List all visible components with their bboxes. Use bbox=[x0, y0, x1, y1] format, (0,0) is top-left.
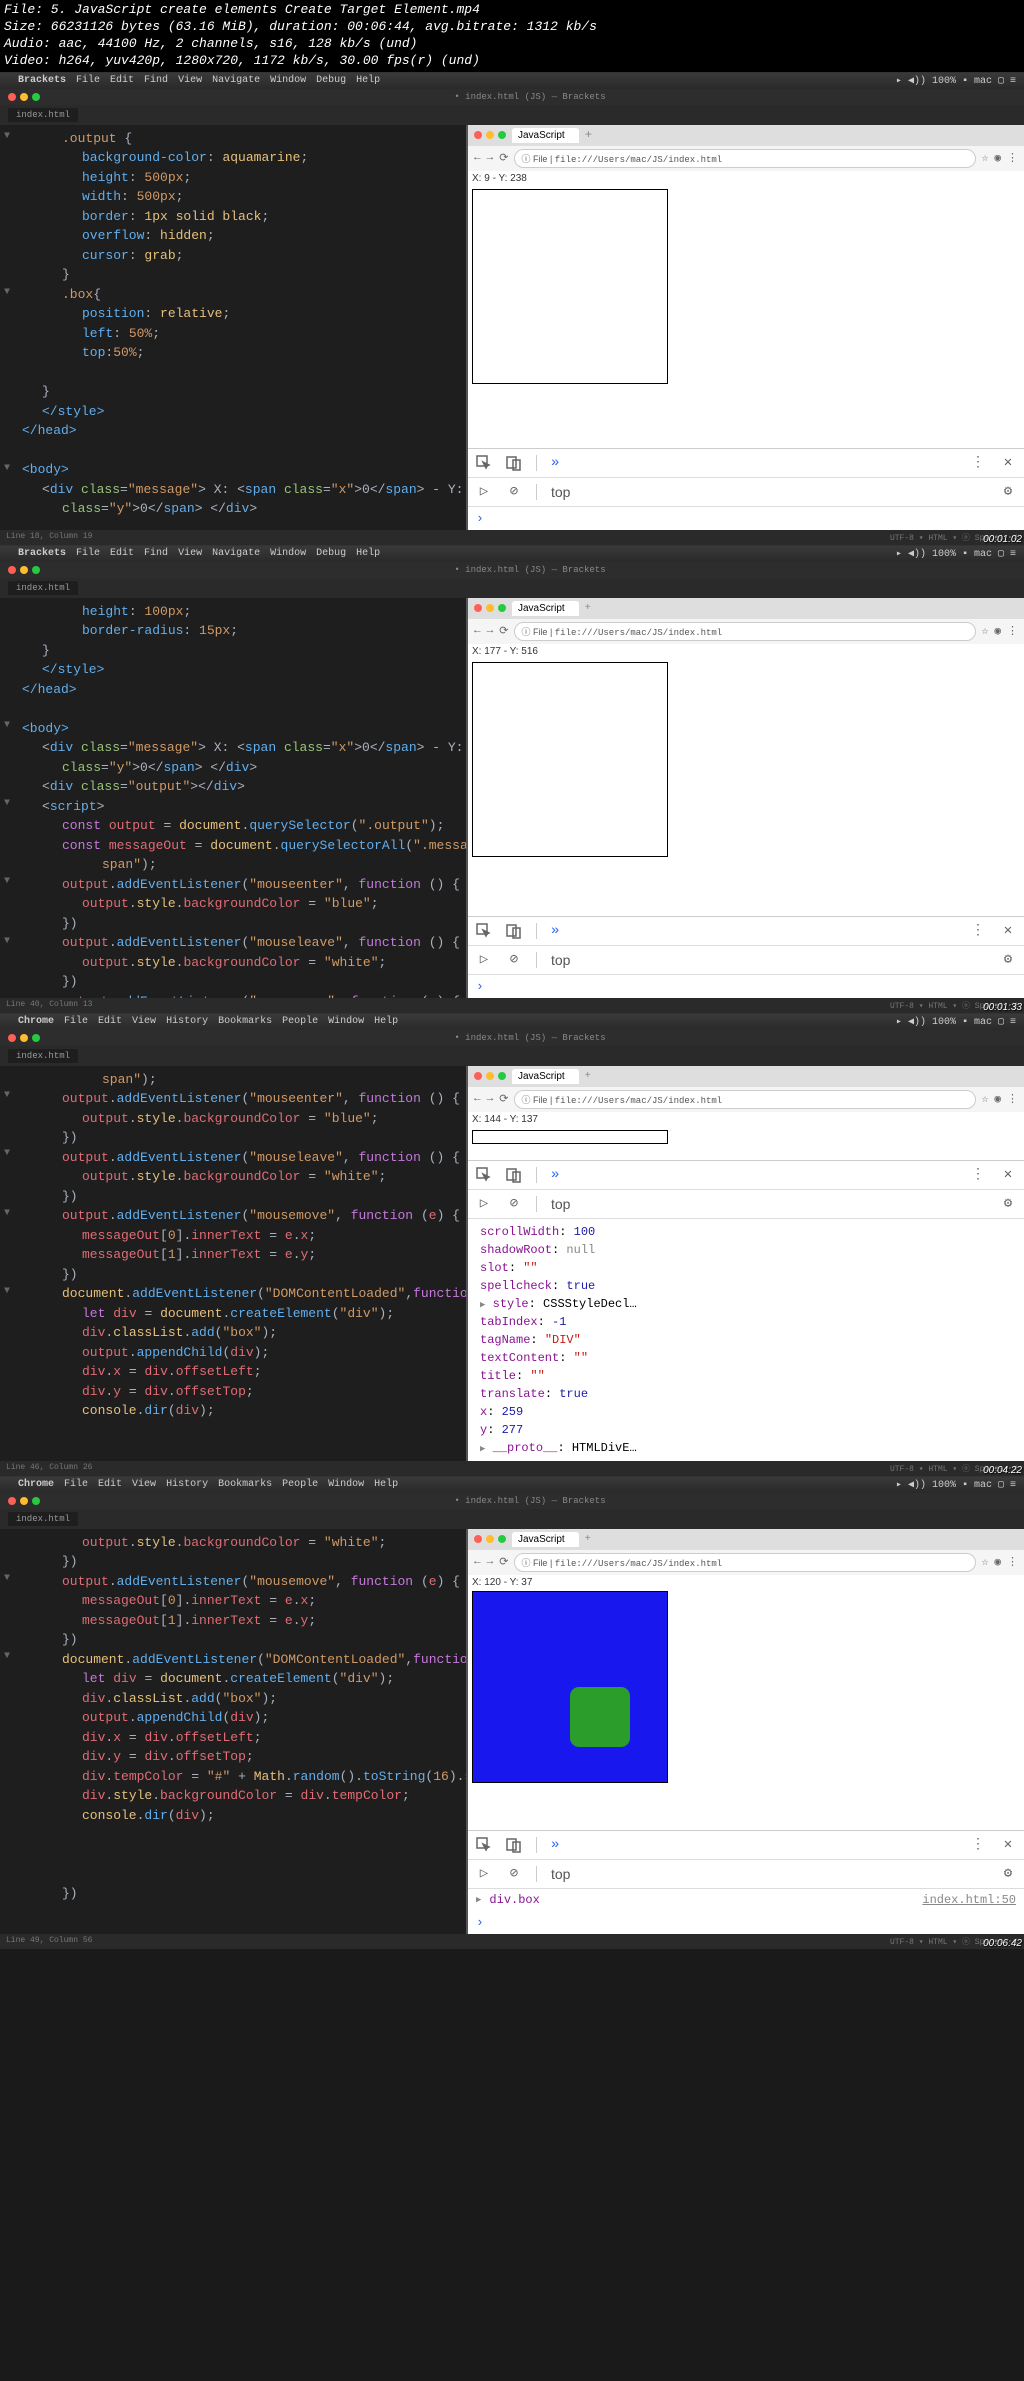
code-editor[interactable]: output.style.backgroundColor = "white"; … bbox=[0, 1529, 466, 1934]
close-devtools-icon[interactable]: ✕ bbox=[1000, 455, 1016, 471]
console-object-props[interactable]: scrollWidth: 100 shadowRoot: null slot: … bbox=[468, 1219, 1024, 1461]
element-tag[interactable]: div.box bbox=[489, 1893, 539, 1907]
console-prompt[interactable]: › bbox=[476, 511, 484, 526]
menu-view[interactable]: View bbox=[178, 75, 202, 87]
video-line: Video: h264, yuv420p, 1280x720, 1172 kb/… bbox=[4, 53, 1020, 70]
file-info-overlay: File: 5. JavaScript create elements Crea… bbox=[0, 0, 1024, 72]
menu-navigate[interactable]: Navigate bbox=[212, 75, 260, 87]
brackets-titlebar: • index.html (JS) — Brackets bbox=[0, 89, 1024, 105]
size-line: Size: 66231126 bytes (63.16 MiB), durati… bbox=[4, 19, 1020, 36]
editor-tabbar[interactable]: index.html bbox=[0, 105, 1024, 125]
css-selector: .output bbox=[62, 131, 117, 146]
browser-tab[interactable]: JavaScript bbox=[512, 128, 579, 143]
coords-readout: X: 177 - Y: 516 bbox=[468, 644, 1024, 659]
output-div[interactable] bbox=[472, 1591, 668, 1783]
menu-window[interactable]: Window bbox=[270, 75, 306, 87]
source-link[interactable]: index.html:50 bbox=[922, 1893, 1016, 1907]
forward-button[interactable]: → bbox=[487, 152, 494, 164]
menu-find[interactable]: Find bbox=[144, 75, 168, 87]
app-name[interactable]: Brackets bbox=[18, 75, 66, 87]
url-bar[interactable]: ⓘ File | file:///Users/mac/JS/index.html bbox=[514, 149, 975, 168]
code-editor[interactable]: span"); ▼ output.addEventListener("mouse… bbox=[0, 1066, 466, 1461]
clear-icon[interactable]: ⊘ bbox=[506, 484, 522, 500]
reload-button[interactable]: ⟳ bbox=[499, 151, 508, 165]
more-icon[interactable]: ⋮ bbox=[970, 455, 986, 471]
file-line: File: 5. JavaScript create elements Crea… bbox=[4, 2, 1020, 19]
output-div[interactable] bbox=[472, 189, 668, 384]
context-selector[interactable]: top bbox=[551, 484, 570, 500]
play-icon[interactable]: ▷ bbox=[476, 484, 492, 500]
box-div[interactable] bbox=[570, 1687, 630, 1747]
coords-readout: X: 120 - Y: 37 bbox=[468, 1575, 1024, 1590]
devtools[interactable]: » ⋮ ✕ ▷ ⊘ top ⚙ › bbox=[468, 448, 1024, 530]
menu-debug[interactable]: Debug bbox=[316, 75, 346, 87]
menu-edit[interactable]: Edit bbox=[110, 75, 134, 87]
back-button[interactable]: ← bbox=[474, 152, 481, 164]
screenshot-panel-2: BracketsFileEditFindViewNavigateWindowDe… bbox=[0, 545, 1024, 1013]
mac-menubar[interactable]: Brackets File Edit Find View Navigate Wi… bbox=[0, 73, 1024, 89]
coords-readout: X: 9 - Y: 238 bbox=[468, 171, 1024, 186]
timestamp: 00:01:02 bbox=[983, 534, 1022, 545]
inspect-icon[interactable] bbox=[476, 923, 492, 939]
user-icon[interactable]: ◉ bbox=[994, 151, 1001, 165]
star-icon[interactable]: ☆ bbox=[982, 151, 989, 165]
new-tab-button[interactable]: + bbox=[585, 128, 592, 142]
device-icon[interactable] bbox=[506, 455, 522, 471]
code-editor[interactable]: ▼ .output { background-color: aquamarine… bbox=[0, 125, 466, 530]
gear-icon[interactable]: ⚙ bbox=[1000, 484, 1016, 500]
audio-line: Audio: aac, 44100 Hz, 2 channels, s16, 1… bbox=[4, 36, 1020, 53]
menubar-right[interactable]: ▸ ◀)) 100% ▪ mac ▢ ≡ bbox=[896, 75, 1016, 87]
status-left: Line 18, Column 19 bbox=[6, 532, 92, 543]
window-title: • index.html (JS) — Brackets bbox=[454, 92, 605, 102]
menu-help[interactable]: Help bbox=[356, 75, 380, 87]
console-element-row[interactable]: ▶ div.box index.html:50 bbox=[468, 1889, 1024, 1911]
output-div[interactable] bbox=[472, 662, 668, 857]
screenshot-panel-4: ChromeFileEditViewHistoryBookmarksPeople… bbox=[0, 1476, 1024, 1949]
menu-icon[interactable]: ⋮ bbox=[1007, 151, 1018, 165]
coords-readout: X: 144 - Y: 137 bbox=[468, 1112, 1024, 1127]
screenshot-panel-1: Brackets File Edit Find View Navigate Wi… bbox=[0, 72, 1024, 545]
editor-tab[interactable]: index.html bbox=[8, 108, 78, 122]
css-selector-box: .box bbox=[62, 287, 93, 302]
panel-overflow-icon[interactable]: » bbox=[551, 455, 559, 471]
menu-file[interactable]: File bbox=[76, 75, 100, 87]
screenshot-panel-3: ChromeFileEditViewHistoryBookmarksPeople… bbox=[0, 1013, 1024, 1476]
browser-window: JavaScript + ← → ⟳ ⓘ File | file:///Users/ma… bbox=[466, 125, 1024, 530]
code-editor[interactable]: height: 100px; border-radius: 15px; } </… bbox=[0, 598, 466, 998]
output-div[interactable] bbox=[472, 1130, 668, 1144]
inspect-icon[interactable] bbox=[476, 455, 492, 471]
traffic-lights[interactable] bbox=[8, 93, 40, 101]
